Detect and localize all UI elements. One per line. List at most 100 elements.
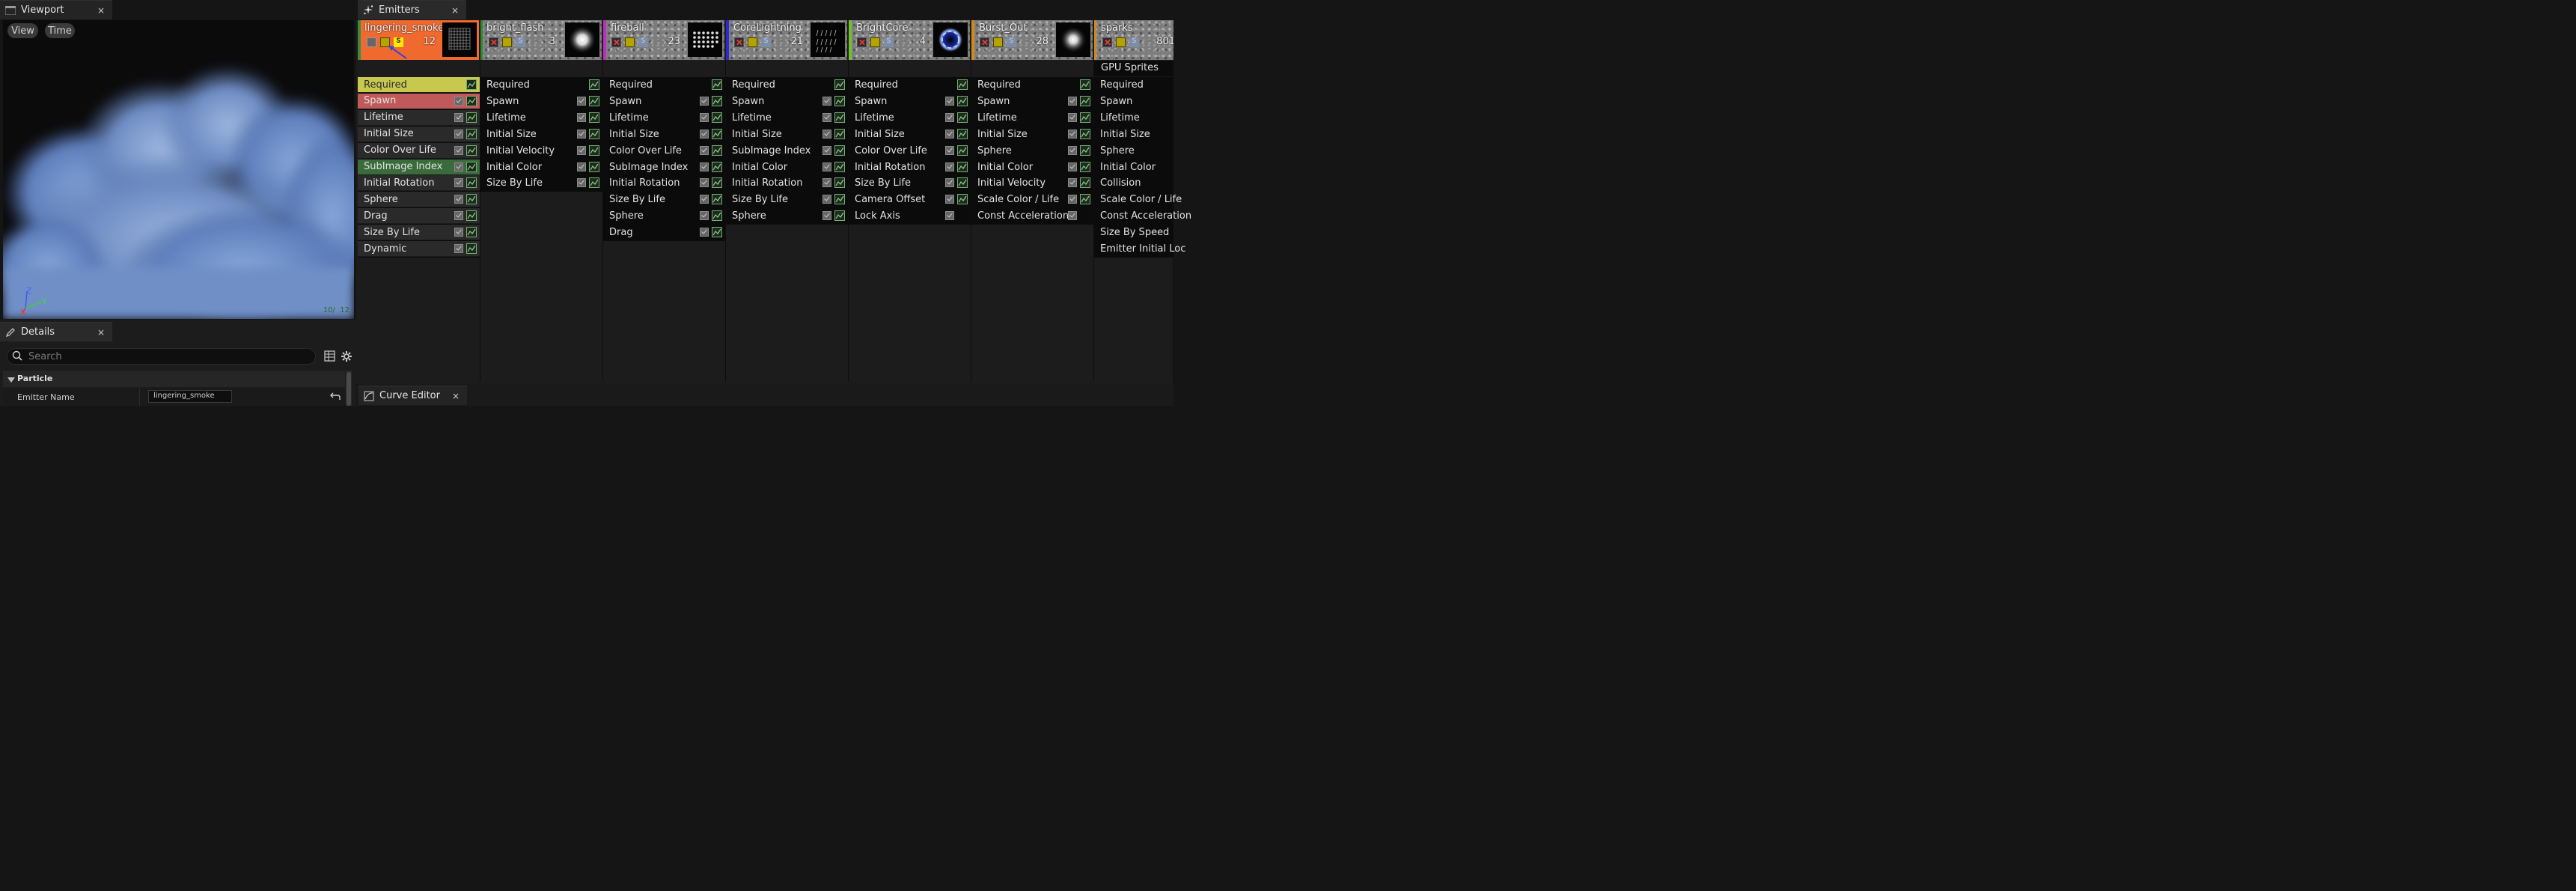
module-enable-checkbox[interactable] [945,178,954,188]
module-enable-checkbox[interactable] [822,195,831,204]
close-icon[interactable]: × [94,5,108,16]
curve-graph-icon[interactable] [466,243,477,254]
module-row-initial-color[interactable]: Initial Color [726,159,848,175]
module-row-initial-rotation[interactable]: Initial Rotation [603,175,725,191]
viewport-canvas[interactable]: Z Y X 10/ 12 [3,20,354,319]
module-row-initial-rotation[interactable]: Initial Rotation [358,175,480,192]
module-row-collision[interactable]: Collision [1094,175,1173,191]
module-row-initial-color[interactable]: Initial Color [1094,159,1173,175]
module-enable-checkbox[interactable] [700,96,709,106]
module-enable-checkbox[interactable] [822,162,831,171]
particle-section-header[interactable]: Particle [3,371,345,387]
solo-toggle-icon[interactable]: S [516,37,525,47]
search-input[interactable]: Search [7,348,316,365]
module-row-sphere[interactable]: Sphere [1094,143,1173,159]
emitter-header-bright-core[interactable]: BrightCore S 4 [849,20,970,60]
module-row-spawn[interactable]: Spawn [726,94,848,109]
module-row-initial-size[interactable]: Initial Size [1094,127,1173,142]
curve-graph-icon[interactable] [589,145,599,156]
curve-graph-icon[interactable] [466,145,477,156]
module-enable-checkbox[interactable] [454,178,463,188]
module-enable-checkbox[interactable] [822,145,831,155]
curve-graph-icon[interactable] [834,145,845,156]
module-row-lifetime[interactable]: Lifetime [480,110,602,126]
curve-graph-icon[interactable] [466,112,477,123]
module-row-const-acceleration[interactable]: Const Acceleration [971,208,1093,224]
curve-graph-icon[interactable] [466,128,477,139]
module-row-required[interactable]: Required [603,77,725,93]
module-enable-checkbox[interactable] [700,178,709,188]
module-row-sphere[interactable]: Sphere [358,192,480,208]
module-row-required[interactable]: Required [480,77,602,93]
curve-graph-icon[interactable] [957,79,968,90]
module-enable-checkbox[interactable] [700,228,709,237]
module-enable-checkbox[interactable] [454,162,463,171]
solo-toggle-icon[interactable]: S [638,37,648,47]
module-row-subimage-index[interactable]: SubImage Index [358,159,480,175]
module-row-spawn[interactable]: Spawn [849,94,971,109]
curve-graph-icon[interactable] [589,79,599,90]
curve-graph-icon[interactable] [1080,128,1090,139]
module-row-subimage-index[interactable]: SubImage Index [726,143,848,159]
module-enable-checkbox[interactable] [945,129,954,139]
module-enable-checkbox[interactable] [700,195,709,204]
time-button[interactable]: Time [45,23,75,38]
curve-graph-icon[interactable] [834,161,845,172]
curve-graph-icon[interactable] [589,177,599,189]
module-enable-checkbox[interactable] [945,145,954,155]
curve-graph-icon[interactable] [589,161,599,172]
module-enable-checkbox[interactable] [945,112,954,122]
curve-graph-icon[interactable] [466,177,477,189]
module-row-initial-rotation[interactable]: Initial Rotation [726,175,848,191]
module-enable-checkbox[interactable] [822,211,831,221]
curve-graph-icon[interactable] [466,194,477,205]
table-view-icon[interactable] [324,350,335,365]
module-row-lifetime[interactable]: Lifetime [971,110,1093,126]
module-row-sphere[interactable]: Sphere [726,208,848,224]
curve-graph-icon[interactable] [834,177,845,189]
module-row-const-acceleration[interactable]: Const Acceleration [1094,208,1191,224]
curve-graph-icon[interactable] [466,227,477,238]
emitter-header-bright-flash[interactable]: bright_flash S 3 [480,20,602,60]
module-enable-checkbox[interactable] [700,211,709,221]
curve-graph-icon[interactable] [466,161,477,172]
module-row-required[interactable]: Required [971,77,1093,93]
module-row-initial-color[interactable]: Initial Color [480,159,602,175]
curve-graph-icon[interactable] [957,177,968,189]
curve-graph-icon[interactable] [589,95,599,106]
module-enable-checkbox[interactable] [1068,112,1077,122]
module-row-color-over-life[interactable]: Color Over Life [849,143,971,159]
module-enable-checkbox[interactable] [454,112,463,122]
curve-editor-tab[interactable]: Curve Editor × [358,386,467,405]
module-row-dynamic[interactable]: Dynamic [358,241,480,257]
module-row-initial-velocity[interactable]: Initial Velocity [480,143,602,159]
module-enable-checkbox[interactable] [1068,211,1077,221]
lod-toggle-icon[interactable] [1116,37,1126,47]
module-enable-checkbox[interactable] [454,145,463,155]
enable-toggle-icon[interactable] [367,37,376,47]
module-row-size-by-life[interactable]: Size By Life [603,192,725,207]
module-enable-checkbox[interactable] [577,112,586,122]
emitter-name-field[interactable]: lingering_smoke [148,390,232,403]
module-enable-checkbox[interactable] [700,145,709,155]
module-row-required[interactable]: Required [849,77,971,93]
module-row-initial-color[interactable]: Initial Color [971,159,1093,175]
curve-graph-icon[interactable] [834,95,845,106]
details-scrollbar[interactable] [346,371,352,406]
module-row-initial-rotation[interactable]: Initial Rotation [849,159,971,175]
module-row-camera-offset[interactable]: Camera Offset [849,192,971,207]
module-row-spawn[interactable]: Spawn [1094,94,1173,109]
module-row-spawn[interactable]: Spawn [603,94,725,109]
disabled-x-icon[interactable] [1102,37,1112,47]
curve-graph-icon[interactable] [1080,79,1090,90]
module-row-drag[interactable]: Drag [603,225,725,240]
module-row-spawn[interactable]: Spawn [358,93,480,109]
curve-graph-icon[interactable] [1080,161,1090,172]
curve-graph-icon[interactable] [589,112,599,123]
module-row-initial-size[interactable]: Initial Size [726,127,848,142]
module-row-size-by-speed[interactable]: Size By Speed [1094,225,1173,240]
close-icon[interactable]: × [94,327,108,338]
curve-graph-icon[interactable] [712,112,722,123]
module-row-initial-size[interactable]: Initial Size [603,127,725,142]
curve-graph-icon[interactable] [466,79,477,90]
